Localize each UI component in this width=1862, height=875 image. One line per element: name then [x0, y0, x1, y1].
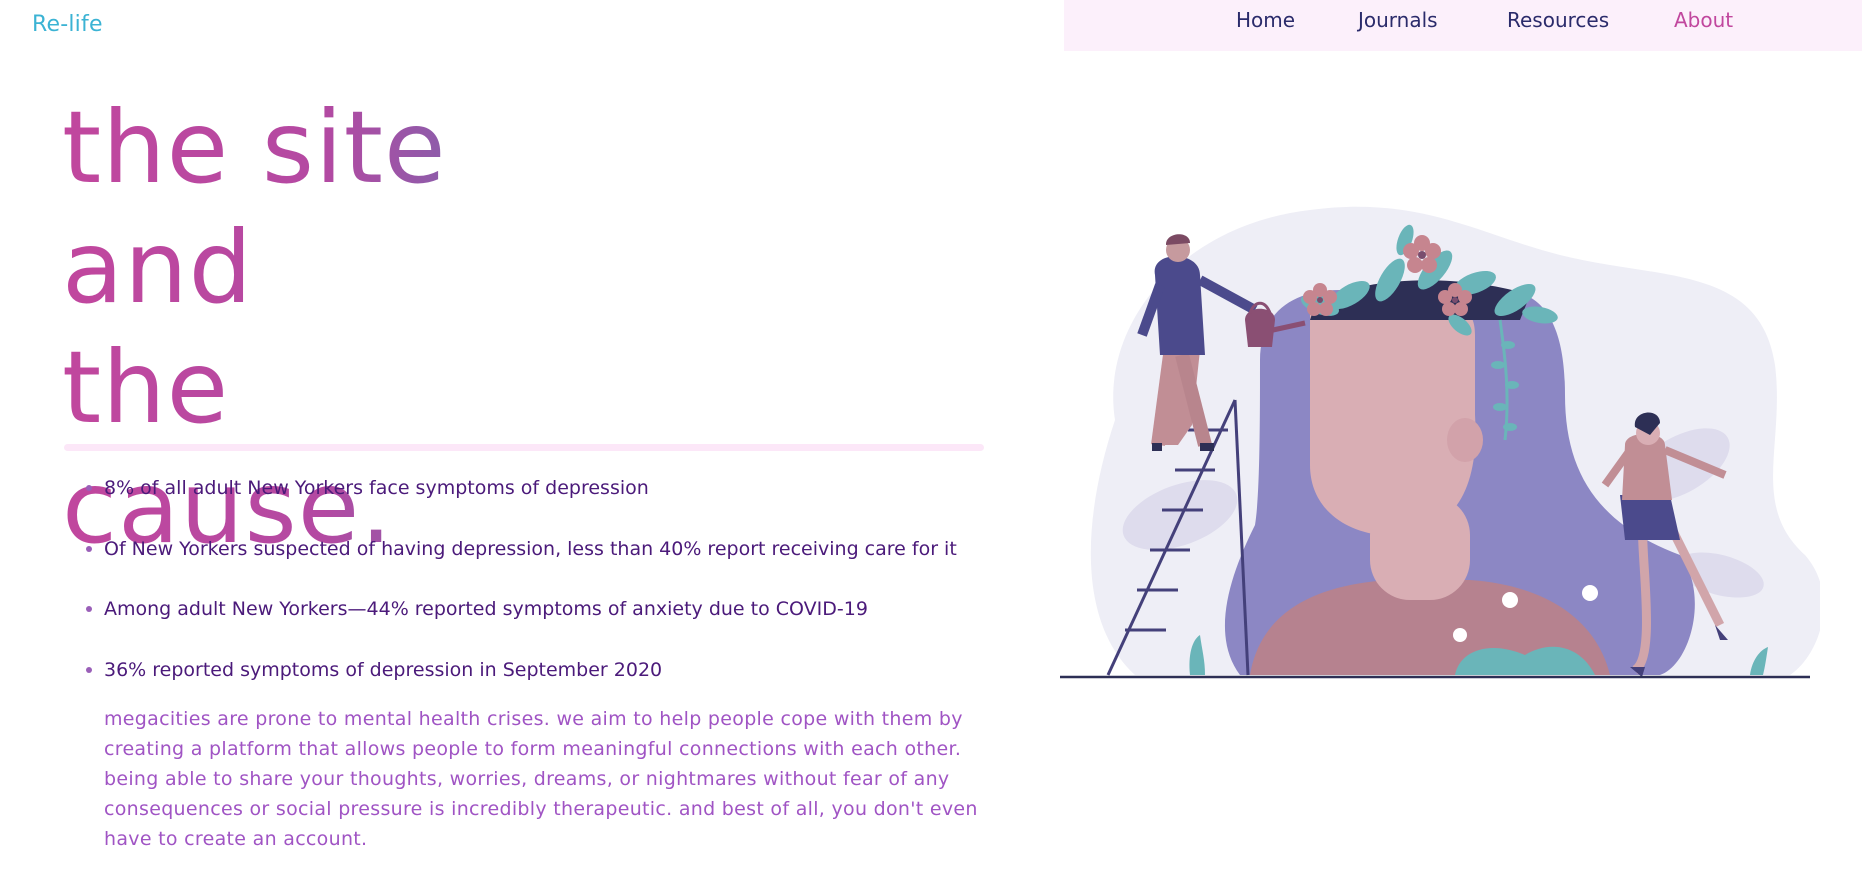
stat-item: 36% reported symptoms of depression in S… — [86, 652, 957, 713]
bullet-icon — [86, 485, 92, 491]
stat-item: Of New Yorkers suspected of having depre… — [86, 531, 957, 592]
stat-item: Among adult New Yorkers—44% reported sym… — [86, 591, 957, 652]
nav-about[interactable]: About — [1674, 8, 1733, 32]
head-ear — [1447, 418, 1483, 462]
stat-text: 8% of all adult New Yorkers face symptom… — [104, 477, 649, 499]
top-navbar: Home Journals Resources About — [1064, 0, 1862, 51]
stat-text: Of New Yorkers suspected of having depre… — [104, 537, 957, 560]
hero-divider — [64, 444, 984, 451]
nav-journals[interactable]: Journals — [1358, 8, 1438, 32]
about-paragraph: megacities are prone to mental health cr… — [104, 708, 978, 850]
head-face — [1310, 310, 1476, 536]
stats-list: 8% of all adult New Yorkers face symptom… — [76, 470, 957, 712]
mental-health-garden-illustration — [1060, 206, 1820, 679]
hero-line-1: the site — [62, 88, 562, 208]
hero-line-2: and — [62, 208, 562, 328]
stat-item: 8% of all adult New Yorkers face symptom… — [86, 470, 957, 531]
bullet-icon — [86, 666, 92, 673]
stat-text: 36% reported symptoms of depression in S… — [104, 658, 663, 681]
bullet-icon — [86, 545, 92, 552]
nav-home[interactable]: Home — [1236, 8, 1295, 32]
nav-resources[interactable]: Resources — [1507, 8, 1609, 32]
brand-logo[interactable]: Re-life — [32, 12, 103, 37]
bullet-icon — [86, 606, 92, 612]
stat-text: Among adult New Yorkers—44% reported sym… — [104, 598, 868, 620]
